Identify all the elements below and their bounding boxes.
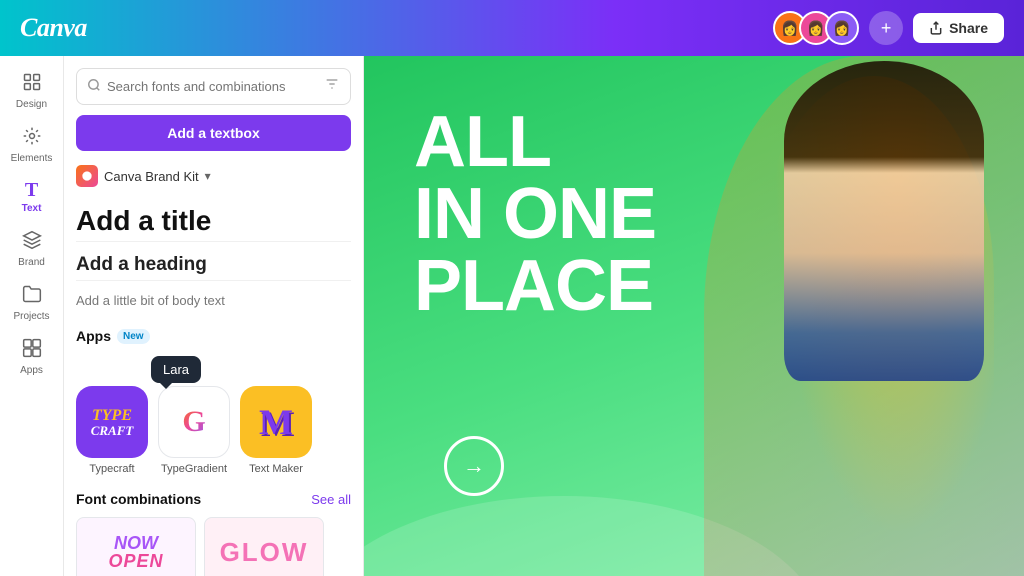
font-combinations-header: Font combinations See all — [76, 491, 351, 507]
textmaker-icon: M — [240, 386, 312, 458]
glow-text: GLOW — [220, 537, 309, 568]
open-text: OPEN — [108, 552, 163, 570]
now-text: NOW — [114, 534, 158, 552]
design-icon — [22, 72, 42, 96]
font-combo-now-open[interactable]: NOW OPEN — [76, 517, 196, 576]
apps-section-header: Apps New — [76, 328, 351, 344]
sidebar-label-text: Text — [22, 203, 42, 214]
add-body-option[interactable]: Add a little bit of body text — [76, 289, 351, 312]
share-icon — [929, 21, 943, 35]
lara-tooltip: Lara — [151, 356, 201, 383]
typecraft-icon: TYPE CRAFT — [76, 386, 148, 458]
projects-icon — [22, 284, 42, 308]
sidebar-label-brand: Brand — [18, 257, 45, 268]
text-styles-section: Add a title Add a heading Add a little b… — [76, 201, 351, 312]
new-badge: New — [117, 329, 150, 344]
sidebar-item-elements[interactable]: Elements — [0, 118, 63, 172]
apps-section: Apps New Lara TYPE CRAFT Typecraft — [76, 328, 351, 475]
person-image — [704, 56, 1024, 576]
sidebar-label-apps: Apps — [20, 365, 43, 376]
canvas-hero-text: ALL IN ONE PLACE — [414, 106, 656, 322]
apps-grid: Lara TYPE CRAFT Typecraft G TypeGradient — [76, 356, 351, 475]
sidebar-item-projects[interactable]: Projects — [0, 276, 63, 330]
font-combos-title: Font combinations — [76, 491, 201, 507]
typegradient-label: TypeGradient — [161, 463, 227, 475]
sidebar-item-apps[interactable]: Apps — [0, 330, 63, 384]
textmaker-label: Text Maker — [249, 463, 303, 475]
hero-line-1: ALL — [414, 106, 656, 178]
add-title-option[interactable]: Add a title — [76, 201, 351, 242]
avatar-3: 👩 — [825, 11, 859, 45]
brand-kit-label: Canva Brand Kit — [104, 169, 199, 184]
tooltip-text: Lara — [163, 362, 189, 377]
main-layout: Design Elements T Text Brand Projects — [0, 56, 1024, 576]
search-row — [76, 68, 351, 105]
app-logo: Canva — [20, 13, 87, 43]
header-actions: 👩 👩 👩 + Share — [773, 11, 1004, 45]
sidebar-item-text[interactable]: T Text — [0, 172, 63, 222]
avatar-group: 👩 👩 👩 — [773, 11, 859, 45]
share-button[interactable]: Share — [913, 13, 1004, 43]
sidebar-item-brand[interactable]: Brand — [0, 222, 63, 276]
hero-line-2: IN ONE — [414, 178, 656, 250]
typecraft-label: Typecraft — [89, 463, 134, 475]
brand-icon — [22, 230, 42, 254]
add-heading-option[interactable]: Add a heading — [76, 250, 351, 281]
canvas-area: ALL IN ONE PLACE → — [364, 56, 1024, 576]
share-label: Share — [949, 20, 988, 36]
sidebar-label-design: Design — [16, 99, 47, 110]
search-icon — [87, 78, 101, 95]
search-input[interactable] — [107, 79, 318, 94]
arrow-right-icon: → — [463, 453, 485, 479]
sidebar-label-elements: Elements — [11, 153, 53, 164]
add-textbox-button[interactable]: Add a textbox — [76, 115, 351, 151]
canvas-arrow-button[interactable]: → — [444, 436, 504, 496]
font-combos-grid: NOW OPEN GLOW — [76, 517, 351, 576]
apps-section-title: Apps — [76, 328, 111, 344]
text-icon: T — [25, 180, 38, 200]
sidebar-item-design[interactable]: Design — [0, 64, 63, 118]
elements-icon — [22, 126, 42, 150]
chevron-down-icon: ▾ — [205, 169, 211, 183]
font-combinations-section: Font combinations See all NOW OPEN GLOW — [76, 491, 351, 576]
add-people-button[interactable]: + — [869, 11, 903, 45]
sidebar: Design Elements T Text Brand Projects — [0, 56, 64, 576]
app-typegradient[interactable]: G TypeGradient — [158, 386, 230, 475]
text-panel: Add a textbox Canva Brand Kit ▾ Add a ti… — [64, 56, 364, 576]
app-typecraft[interactable]: TYPE CRAFT Typecraft — [76, 386, 148, 475]
typegradient-icon: G — [158, 386, 230, 458]
header: Canva 👩 👩 👩 + Share — [0, 0, 1024, 56]
hero-line-3: PLACE — [414, 250, 656, 322]
app-textmaker[interactable]: M Text Maker — [240, 386, 312, 475]
see-all-link[interactable]: See all — [311, 492, 351, 507]
brand-kit-icon — [76, 165, 98, 187]
brand-kit-row[interactable]: Canva Brand Kit ▾ — [76, 165, 351, 187]
filter-icon[interactable] — [324, 76, 340, 97]
sidebar-label-projects: Projects — [13, 311, 49, 322]
apps-icon — [22, 338, 42, 362]
font-combo-glow[interactable]: GLOW — [204, 517, 324, 576]
